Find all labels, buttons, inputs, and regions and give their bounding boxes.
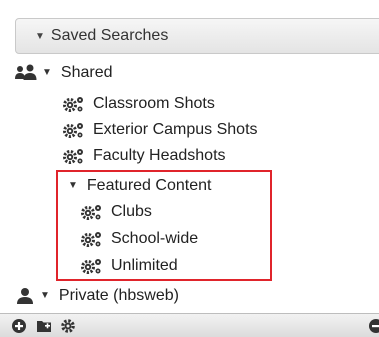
- saved-search-label: School-wide: [111, 229, 199, 247]
- saved-search-label: Faculty Headshots: [93, 146, 226, 164]
- saved-search-item[interactable]: Clubs: [80, 199, 152, 224]
- tree-item-private[interactable]: ▼ Private (hbsweb): [16, 283, 179, 308]
- users-group-icon: [15, 64, 37, 80]
- add-circle-icon[interactable]: [11, 318, 27, 334]
- saved-searches-toolbar: [0, 313, 379, 337]
- saved-search-item[interactable]: Classroom Shots: [62, 91, 215, 116]
- saved-searches-header[interactable]: ▼ Saved Searches: [15, 18, 379, 54]
- tree-item-label: Private (hbsweb): [58, 286, 179, 304]
- saved-search-item[interactable]: School-wide: [80, 226, 198, 251]
- gears-icon: [81, 231, 101, 247]
- saved-search-label: Exterior Campus Shots: [93, 120, 258, 138]
- expand-triangle-icon: ▼: [68, 180, 78, 191]
- settings-gear-icon[interactable]: [60, 318, 76, 334]
- tree-item-featured-content[interactable]: ▼ Featured Content: [68, 173, 211, 198]
- gears-icon: [63, 122, 83, 138]
- gears-icon: [63, 148, 83, 164]
- user-icon: [17, 287, 33, 304]
- saved-search-item[interactable]: Faculty Headshots: [62, 143, 226, 168]
- new-folder-icon[interactable]: [36, 318, 52, 334]
- tree-item-label: Shared: [60, 63, 113, 81]
- collapse-caret-icon: ▼: [35, 30, 45, 42]
- saved-searches-panel: ▼ Saved Searches ▼ Shared Classroom Shot…: [0, 0, 379, 337]
- saved-search-item[interactable]: Unlimited: [80, 253, 178, 278]
- tree-item-shared[interactable]: ▼ Shared: [14, 60, 113, 85]
- saved-search-label: Classroom Shots: [93, 94, 215, 112]
- saved-search-label: Clubs: [111, 202, 152, 220]
- saved-search-item[interactable]: Exterior Campus Shots: [62, 117, 258, 142]
- remove-circle-icon[interactable]: [368, 318, 379, 334]
- saved-searches-title: Saved Searches: [50, 27, 169, 44]
- expand-triangle-icon: ▼: [42, 67, 52, 78]
- expand-triangle-icon: ▼: [40, 290, 50, 301]
- gears-icon: [81, 258, 101, 274]
- tree-item-label: Featured Content: [86, 176, 212, 194]
- gears-icon: [81, 204, 101, 220]
- saved-search-label: Unlimited: [111, 256, 178, 274]
- gears-icon: [63, 96, 83, 112]
